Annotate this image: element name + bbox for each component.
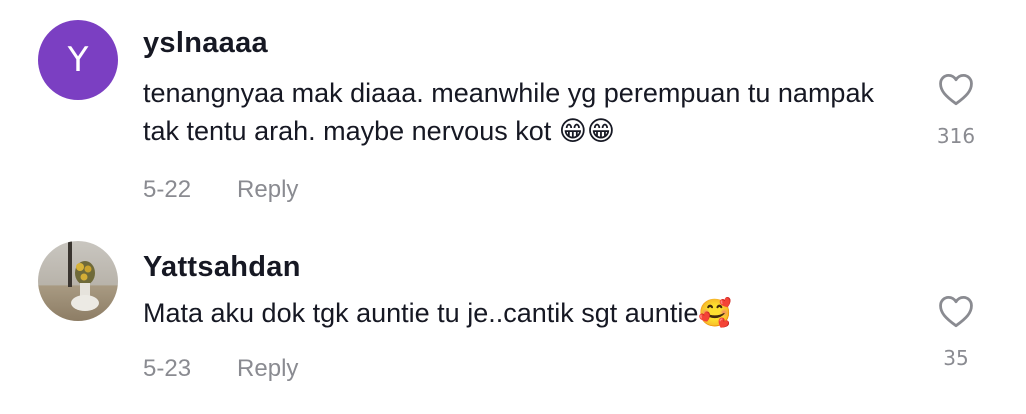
comment-date: 5-23 bbox=[143, 355, 192, 382]
comment-date: 5-22 bbox=[143, 176, 192, 203]
like-count: 35 bbox=[943, 346, 969, 370]
like-button[interactable]: 35 bbox=[936, 294, 976, 370]
heart-outline-icon[interactable] bbox=[937, 294, 975, 328]
comment-username[interactable]: Yattsahdan bbox=[143, 251, 301, 284]
reply-button[interactable]: Reply bbox=[237, 355, 298, 382]
comment-text: tenangnyaa mak diaaa. meanwhile yg perem… bbox=[143, 78, 874, 146]
comment-item: Yattsahdan Mata aku dok tgk auntie tu je… bbox=[0, 214, 1026, 414]
like-button[interactable]: 316 bbox=[936, 72, 976, 148]
comment-meta: 5-23 Reply bbox=[143, 355, 298, 383]
avatar[interactable]: Y bbox=[38, 20, 118, 100]
comment-text: Mata aku dok tgk auntie tu je..cantik sg… bbox=[143, 298, 732, 328]
like-count: 316 bbox=[936, 124, 976, 148]
comment-username[interactable]: yslnaaaa bbox=[143, 27, 268, 60]
profile-photo bbox=[38, 241, 118, 321]
comment-meta: 5-22 Reply bbox=[143, 176, 298, 204]
avatar[interactable] bbox=[38, 241, 118, 321]
avatar-letter: Y bbox=[67, 40, 89, 80]
heart-outline-icon[interactable] bbox=[937, 72, 975, 106]
comment-item: Y yslnaaaa tenangnyaa mak diaaa. meanwhi… bbox=[0, 0, 1026, 214]
reply-button[interactable]: Reply bbox=[237, 176, 298, 203]
